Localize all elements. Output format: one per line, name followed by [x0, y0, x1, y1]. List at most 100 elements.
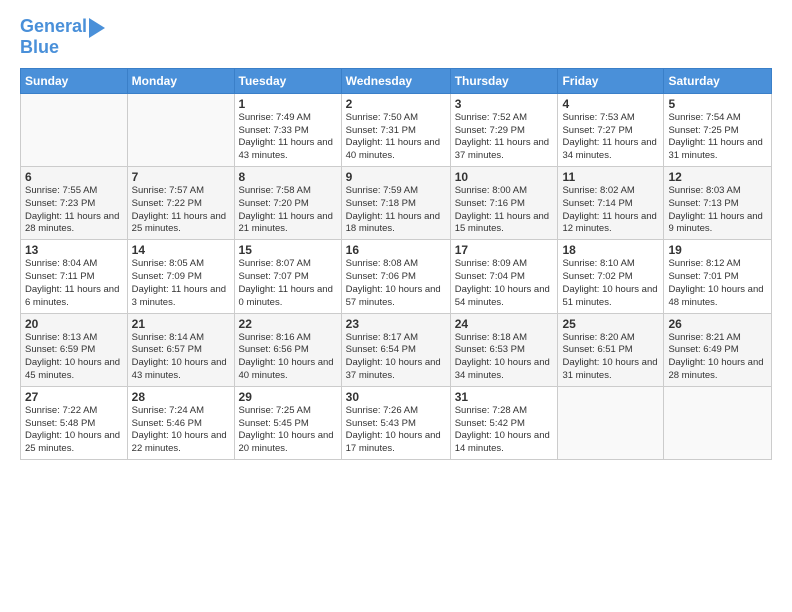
- day-info: Sunrise: 7:24 AM Sunset: 5:46 PM Dayligh…: [132, 405, 230, 456]
- calendar-cell: 16Sunrise: 8:08 AM Sunset: 7:06 PM Dayli…: [341, 240, 450, 313]
- logo-text-blue: Blue: [20, 38, 59, 58]
- calendar-cell: 5Sunrise: 7:54 AM Sunset: 7:25 PM Daylig…: [664, 93, 772, 166]
- calendar-cell: 13Sunrise: 8:04 AM Sunset: 7:11 PM Dayli…: [21, 240, 128, 313]
- day-info: Sunrise: 8:03 AM Sunset: 7:13 PM Dayligh…: [668, 185, 767, 236]
- day-number: 14: [132, 243, 230, 257]
- day-info: Sunrise: 8:21 AM Sunset: 6:49 PM Dayligh…: [668, 332, 767, 383]
- day-number: 2: [346, 97, 446, 111]
- calendar-week-5: 27Sunrise: 7:22 AM Sunset: 5:48 PM Dayli…: [21, 386, 772, 459]
- day-number: 4: [562, 97, 659, 111]
- day-number: 30: [346, 390, 446, 404]
- calendar-header-tuesday: Tuesday: [234, 68, 341, 93]
- day-info: Sunrise: 8:08 AM Sunset: 7:06 PM Dayligh…: [346, 258, 446, 309]
- calendar-cell: 11Sunrise: 8:02 AM Sunset: 7:14 PM Dayli…: [558, 167, 664, 240]
- calendar-header-monday: Monday: [127, 68, 234, 93]
- day-info: Sunrise: 8:10 AM Sunset: 7:02 PM Dayligh…: [562, 258, 659, 309]
- day-number: 9: [346, 170, 446, 184]
- day-info: Sunrise: 8:04 AM Sunset: 7:11 PM Dayligh…: [25, 258, 123, 309]
- day-number: 6: [25, 170, 123, 184]
- day-info: Sunrise: 8:05 AM Sunset: 7:09 PM Dayligh…: [132, 258, 230, 309]
- day-info: Sunrise: 7:54 AM Sunset: 7:25 PM Dayligh…: [668, 112, 767, 163]
- calendar-table: SundayMondayTuesdayWednesdayThursdayFrid…: [20, 68, 772, 460]
- day-info: Sunrise: 7:52 AM Sunset: 7:29 PM Dayligh…: [455, 112, 554, 163]
- day-number: 17: [455, 243, 554, 257]
- day-info: Sunrise: 7:53 AM Sunset: 7:27 PM Dayligh…: [562, 112, 659, 163]
- calendar-week-3: 13Sunrise: 8:04 AM Sunset: 7:11 PM Dayli…: [21, 240, 772, 313]
- day-info: Sunrise: 7:28 AM Sunset: 5:42 PM Dayligh…: [455, 405, 554, 456]
- day-number: 11: [562, 170, 659, 184]
- calendar-cell: 28Sunrise: 7:24 AM Sunset: 5:46 PM Dayli…: [127, 386, 234, 459]
- calendar-cell: 26Sunrise: 8:21 AM Sunset: 6:49 PM Dayli…: [664, 313, 772, 386]
- day-number: 16: [346, 243, 446, 257]
- day-number: 27: [25, 390, 123, 404]
- day-info: Sunrise: 8:02 AM Sunset: 7:14 PM Dayligh…: [562, 185, 659, 236]
- calendar-cell: 9Sunrise: 7:59 AM Sunset: 7:18 PM Daylig…: [341, 167, 450, 240]
- calendar-cell: 19Sunrise: 8:12 AM Sunset: 7:01 PM Dayli…: [664, 240, 772, 313]
- day-info: Sunrise: 8:00 AM Sunset: 7:16 PM Dayligh…: [455, 185, 554, 236]
- day-info: Sunrise: 8:14 AM Sunset: 6:57 PM Dayligh…: [132, 332, 230, 383]
- calendar-header-row: SundayMondayTuesdayWednesdayThursdayFrid…: [21, 68, 772, 93]
- calendar-cell: [127, 93, 234, 166]
- calendar-cell: 1Sunrise: 7:49 AM Sunset: 7:33 PM Daylig…: [234, 93, 341, 166]
- day-info: Sunrise: 7:25 AM Sunset: 5:45 PM Dayligh…: [239, 405, 337, 456]
- day-number: 8: [239, 170, 337, 184]
- day-number: 21: [132, 317, 230, 331]
- calendar-cell: [664, 386, 772, 459]
- day-number: 19: [668, 243, 767, 257]
- day-number: 5: [668, 97, 767, 111]
- calendar-cell: 18Sunrise: 8:10 AM Sunset: 7:02 PM Dayli…: [558, 240, 664, 313]
- calendar-cell: [558, 386, 664, 459]
- day-number: 10: [455, 170, 554, 184]
- logo: General Blue: [20, 16, 105, 58]
- calendar-week-1: 1Sunrise: 7:49 AM Sunset: 7:33 PM Daylig…: [21, 93, 772, 166]
- day-number: 1: [239, 97, 337, 111]
- calendar-cell: 22Sunrise: 8:16 AM Sunset: 6:56 PM Dayli…: [234, 313, 341, 386]
- calendar-header-sunday: Sunday: [21, 68, 128, 93]
- logo-text-general: General: [20, 17, 87, 37]
- day-number: 15: [239, 243, 337, 257]
- calendar-cell: 21Sunrise: 8:14 AM Sunset: 6:57 PM Dayli…: [127, 313, 234, 386]
- day-info: Sunrise: 8:07 AM Sunset: 7:07 PM Dayligh…: [239, 258, 337, 309]
- day-number: 18: [562, 243, 659, 257]
- calendar-week-4: 20Sunrise: 8:13 AM Sunset: 6:59 PM Dayli…: [21, 313, 772, 386]
- day-info: Sunrise: 7:49 AM Sunset: 7:33 PM Dayligh…: [239, 112, 337, 163]
- calendar-cell: 25Sunrise: 8:20 AM Sunset: 6:51 PM Dayli…: [558, 313, 664, 386]
- calendar-cell: 6Sunrise: 7:55 AM Sunset: 7:23 PM Daylig…: [21, 167, 128, 240]
- day-info: Sunrise: 7:57 AM Sunset: 7:22 PM Dayligh…: [132, 185, 230, 236]
- calendar-cell: 27Sunrise: 7:22 AM Sunset: 5:48 PM Dayli…: [21, 386, 128, 459]
- day-number: 25: [562, 317, 659, 331]
- day-number: 22: [239, 317, 337, 331]
- calendar-cell: 31Sunrise: 7:28 AM Sunset: 5:42 PM Dayli…: [450, 386, 558, 459]
- calendar-cell: 2Sunrise: 7:50 AM Sunset: 7:31 PM Daylig…: [341, 93, 450, 166]
- day-info: Sunrise: 7:26 AM Sunset: 5:43 PM Dayligh…: [346, 405, 446, 456]
- day-number: 28: [132, 390, 230, 404]
- day-info: Sunrise: 8:18 AM Sunset: 6:53 PM Dayligh…: [455, 332, 554, 383]
- logo-arrow-icon: [89, 18, 105, 38]
- header: General Blue: [20, 16, 772, 58]
- page-container: General Blue SundayMondayTuesdayWednesda…: [0, 0, 792, 470]
- day-info: Sunrise: 8:17 AM Sunset: 6:54 PM Dayligh…: [346, 332, 446, 383]
- day-info: Sunrise: 8:20 AM Sunset: 6:51 PM Dayligh…: [562, 332, 659, 383]
- day-info: Sunrise: 8:12 AM Sunset: 7:01 PM Dayligh…: [668, 258, 767, 309]
- calendar-cell: 20Sunrise: 8:13 AM Sunset: 6:59 PM Dayli…: [21, 313, 128, 386]
- day-number: 23: [346, 317, 446, 331]
- calendar-cell: 14Sunrise: 8:05 AM Sunset: 7:09 PM Dayli…: [127, 240, 234, 313]
- calendar-cell: 7Sunrise: 7:57 AM Sunset: 7:22 PM Daylig…: [127, 167, 234, 240]
- calendar-header-saturday: Saturday: [664, 68, 772, 93]
- day-info: Sunrise: 7:22 AM Sunset: 5:48 PM Dayligh…: [25, 405, 123, 456]
- day-info: Sunrise: 7:55 AM Sunset: 7:23 PM Dayligh…: [25, 185, 123, 236]
- calendar-cell: 23Sunrise: 8:17 AM Sunset: 6:54 PM Dayli…: [341, 313, 450, 386]
- calendar-cell: [21, 93, 128, 166]
- day-number: 26: [668, 317, 767, 331]
- calendar-header-thursday: Thursday: [450, 68, 558, 93]
- day-info: Sunrise: 7:50 AM Sunset: 7:31 PM Dayligh…: [346, 112, 446, 163]
- calendar-cell: 17Sunrise: 8:09 AM Sunset: 7:04 PM Dayli…: [450, 240, 558, 313]
- calendar-week-2: 6Sunrise: 7:55 AM Sunset: 7:23 PM Daylig…: [21, 167, 772, 240]
- day-number: 24: [455, 317, 554, 331]
- calendar-cell: 10Sunrise: 8:00 AM Sunset: 7:16 PM Dayli…: [450, 167, 558, 240]
- calendar-cell: 29Sunrise: 7:25 AM Sunset: 5:45 PM Dayli…: [234, 386, 341, 459]
- day-number: 12: [668, 170, 767, 184]
- day-number: 31: [455, 390, 554, 404]
- calendar-cell: 12Sunrise: 8:03 AM Sunset: 7:13 PM Dayli…: [664, 167, 772, 240]
- day-info: Sunrise: 8:16 AM Sunset: 6:56 PM Dayligh…: [239, 332, 337, 383]
